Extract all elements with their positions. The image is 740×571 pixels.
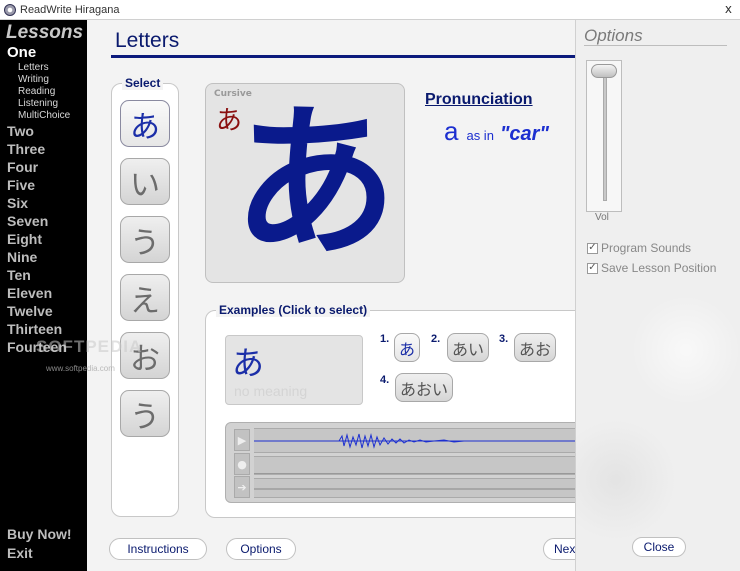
examples-label: Examples (Click to select) [216, 303, 371, 317]
lesson-item-twelve[interactable]: Twelve [7, 303, 53, 319]
kana-button-u-repeat[interactable]: う [120, 390, 170, 437]
lesson-item-four[interactable]: Four [7, 159, 38, 175]
kana-button-o[interactable]: お [120, 332, 170, 379]
example-button-4[interactable]: あおい [395, 373, 453, 402]
buy-now-link[interactable]: Buy Now! [7, 526, 72, 542]
audio-player: ▶ ● ➔ [225, 422, 587, 503]
lesson-sub-multichoice[interactable]: MultiChoice [18, 110, 70, 121]
app-icon [4, 3, 16, 16]
romaji-text: a [444, 116, 459, 146]
window-titlebar: ReadWrite Hiragana x [0, 0, 740, 20]
exit-link[interactable]: Exit [7, 545, 33, 561]
kana-button-e[interactable]: え [120, 274, 170, 321]
kana-button-u[interactable]: う [120, 216, 170, 263]
example-meaning: no meaning [234, 383, 308, 399]
lesson-item-eight[interactable]: Eight [7, 231, 42, 247]
title-divider [111, 55, 581, 58]
lessons-heading: Lessons [6, 22, 84, 43]
lesson-item-one[interactable]: One [7, 44, 36, 61]
page-title: Letters [115, 29, 180, 52]
lesson-sub-listening[interactable]: Listening [18, 98, 58, 109]
lesson-item-eleven[interactable]: Eleven [7, 285, 52, 301]
options-heading: Options [584, 26, 643, 45]
playback-icon[interactable]: ➔ [234, 476, 250, 498]
lesson-item-six[interactable]: Six [7, 195, 28, 211]
lesson-item-five[interactable]: Five [7, 177, 35, 193]
large-character: あ [232, 87, 398, 279]
lesson-item-three[interactable]: Three [7, 141, 45, 157]
kana-button-i[interactable]: い [120, 158, 170, 205]
kana-select-panel: Select あ い う え お う [111, 76, 179, 517]
lesson-item-seven[interactable]: Seven [7, 213, 48, 229]
recorded-waveform-graphic [254, 473, 587, 475]
window-close-button[interactable]: x [725, 2, 732, 16]
example-display-kana: あ [232, 344, 265, 382]
lesson-item-two[interactable]: Two [7, 123, 34, 139]
examples-panel: Examples (Click to select) あ no meaning … [205, 303, 587, 518]
waveform-graphic [254, 433, 587, 449]
save-position-option[interactable]: ✓ Save Lesson Position [587, 261, 716, 275]
volume-slider-thumb[interactable] [591, 64, 617, 78]
lesson-sub-letters[interactable]: Letters [18, 62, 49, 73]
select-label: Select [122, 76, 164, 90]
lesson-item-thirteen[interactable]: Thirteen [7, 321, 62, 337]
as-in-text: as in [466, 128, 494, 143]
example-word: "car" [499, 123, 549, 145]
lessons-sidebar: Lessons One Letters Writing Reading List… [0, 20, 87, 571]
lesson-item-ten[interactable]: Ten [7, 267, 31, 283]
instructions-button[interactable]: Instructions [109, 538, 207, 560]
program-sounds-option[interactable]: ✓ Program Sounds [587, 241, 691, 255]
example-number-1: 1. [380, 333, 390, 345]
pronunciation-row: a as in "car" [444, 116, 549, 147]
options-button[interactable]: Options [226, 538, 296, 560]
lesson-item-nine[interactable]: Nine [7, 249, 37, 265]
program-sounds-checkbox[interactable]: ✓ [587, 242, 598, 254]
example-button-2[interactable]: あい [447, 333, 489, 362]
example-number-2: 2. [431, 333, 441, 345]
play-icon[interactable]: ▶ [234, 429, 250, 451]
playback-waveform [254, 478, 587, 498]
save-position-label: Save Lesson Position [601, 261, 717, 275]
main-panel: Letters Select あ い う え お う Cursive あ あ P… [87, 20, 587, 571]
example-button-1[interactable]: あ [394, 333, 420, 362]
recorded-waveform [254, 456, 587, 475]
record-icon[interactable]: ● [234, 453, 250, 475]
save-position-checkbox[interactable]: ✓ [587, 262, 598, 274]
window-title: ReadWrite Hiragana [20, 3, 120, 16]
volume-label: Vol [595, 212, 609, 223]
options-close-button[interactable]: Close [632, 537, 686, 557]
pronunciation-heading: Pronunciation [425, 91, 533, 108]
example-number-3: 3. [499, 333, 509, 345]
volume-slider[interactable] [586, 60, 622, 212]
lesson-item-fourteen[interactable]: Fourteen [7, 339, 67, 355]
playback-waveform-graphic [254, 488, 587, 490]
program-sounds-label: Program Sounds [601, 241, 692, 255]
kana-button-a[interactable]: あ [120, 100, 170, 147]
options-panel: Options Vol ✓ Program Sounds ✓ Save Less… [575, 20, 740, 571]
character-display: Cursive あ あ [205, 83, 405, 283]
example-button-3[interactable]: あお [514, 333, 556, 362]
options-divider [584, 45, 727, 46]
reference-waveform [254, 428, 587, 453]
volume-slider-groove [603, 75, 607, 201]
example-display: あ no meaning [225, 335, 363, 405]
lesson-sub-writing[interactable]: Writing [18, 74, 49, 85]
example-number-4: 4. [380, 374, 390, 386]
lesson-sub-reading[interactable]: Reading [18, 86, 55, 97]
